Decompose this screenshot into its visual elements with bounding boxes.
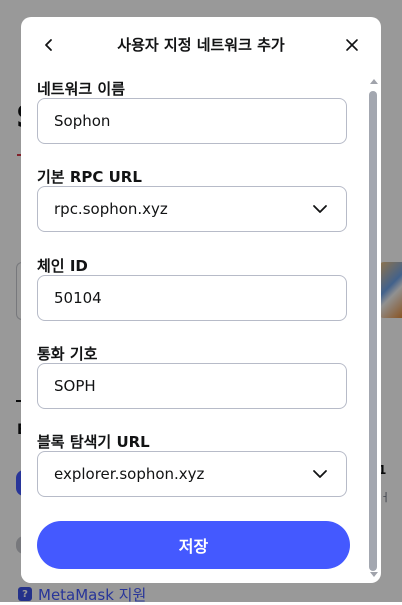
close-icon [346,39,358,51]
rpc-url-value: rpc.sophon.xyz [54,200,168,218]
close-button[interactable] [340,33,364,57]
chain-id-input[interactable]: 50104 [37,275,347,321]
rpc-url-label: 기본 RPC URL [37,168,142,186]
chevron-down-icon [310,464,330,484]
add-custom-network-modal: 사용자 지정 네트워크 추가 네트워크 이름 Sophon 기본 RPC URL… [21,17,381,583]
block-explorer-url-label: 블록 탐색기 URL [37,433,150,451]
modal-body: 네트워크 이름 Sophon 기본 RPC URL rpc.sophon.xyz… [21,73,381,523]
block-explorer-url-value: explorer.sophon.xyz [54,465,205,483]
modal-title: 사용자 지정 네트워크 추가 [117,36,285,54]
currency-symbol-input[interactable]: SOPH [37,363,347,409]
rpc-url-select[interactable]: rpc.sophon.xyz [37,186,347,232]
block-explorer-url-select[interactable]: explorer.sophon.xyz [37,451,347,497]
save-button[interactable]: 저장 [37,521,350,569]
network-name-input[interactable]: Sophon [37,98,347,144]
chain-id-label: 체인 ID [37,257,88,275]
modal-header: 사용자 지정 네트워크 추가 [21,17,381,73]
currency-symbol-label: 통화 기호 [37,345,98,363]
chevron-down-icon [310,199,330,219]
chain-id-value: 50104 [54,289,102,307]
network-name-label: 네트워크 이름 [37,80,126,98]
scroll-up-arrow-icon[interactable] [370,79,378,84]
scroll-down-arrow-icon[interactable] [370,572,378,577]
scrollbar-thumb[interactable] [369,91,377,571]
back-button[interactable] [37,33,61,57]
chevron-left-icon [45,39,52,51]
currency-symbol-value: SOPH [54,377,96,395]
network-name-value: Sophon [54,112,111,130]
modal-footer: 저장 [21,511,361,583]
